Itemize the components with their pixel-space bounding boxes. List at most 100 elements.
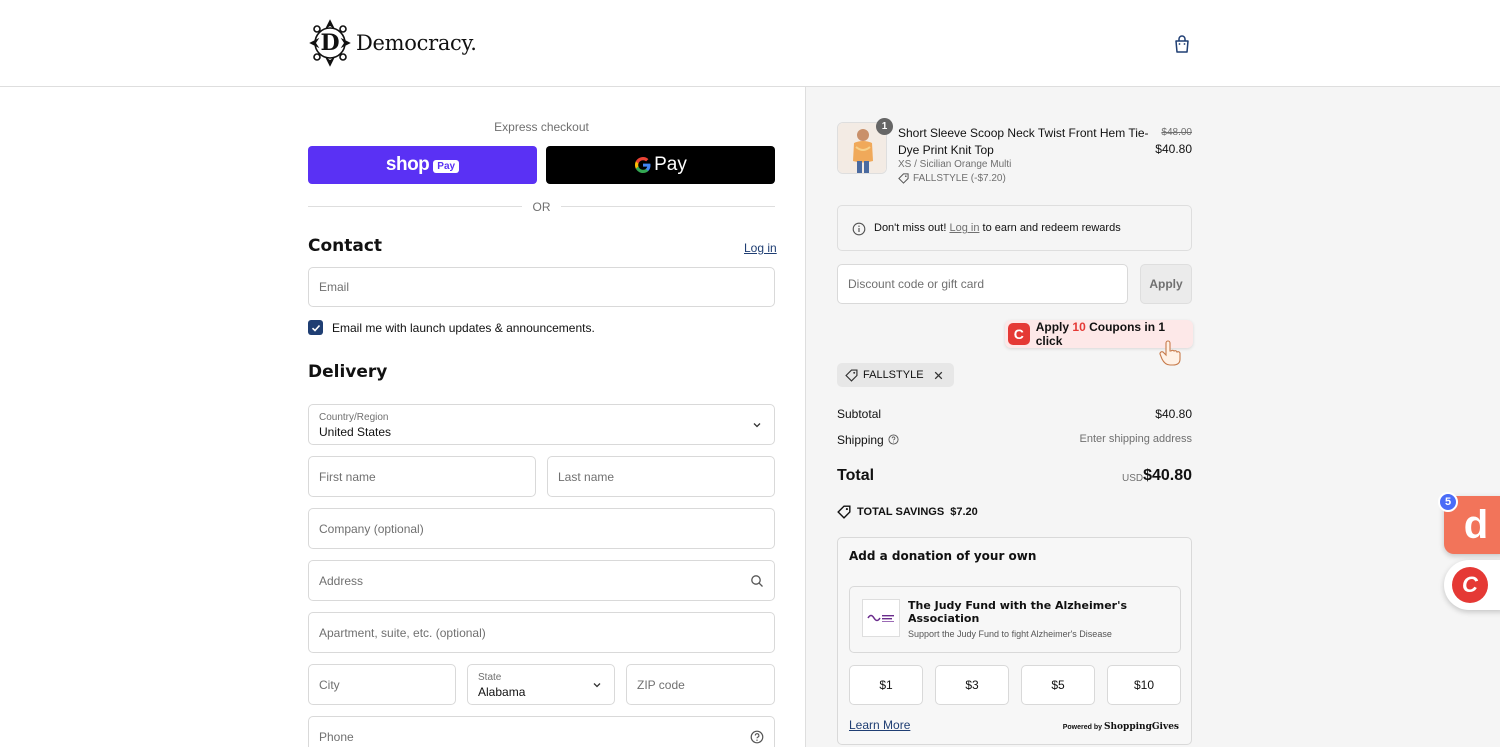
country-value: United States xyxy=(319,425,392,439)
zip-placeholder: ZIP code xyxy=(637,677,685,692)
state-select[interactable]: State Alabama xyxy=(467,664,615,705)
city-placeholder: City xyxy=(319,677,340,692)
delivery-heading: Delivery xyxy=(308,362,388,382)
shop-pay-word: shop xyxy=(385,154,430,175)
hand-pointer-icon xyxy=(1159,340,1181,366)
chevron-down-icon xyxy=(593,682,601,687)
rewards-banner: Don't miss out! Log in to earn and redee… xyxy=(837,205,1192,251)
address-placeholder: Address xyxy=(319,573,364,588)
svg-text:D: D xyxy=(320,30,339,56)
total-currency: USD xyxy=(1122,473,1144,484)
city-field[interactable]: City xyxy=(308,664,456,705)
phone-field[interactable]: Phone xyxy=(308,716,775,747)
site-header: D Democracy. xyxy=(0,0,1500,87)
rewards-prefix: Don't miss out! xyxy=(874,222,947,234)
google-g-icon xyxy=(635,157,651,173)
alzheimers-association-logo xyxy=(862,599,900,637)
extension-d-letter: d xyxy=(1463,502,1489,547)
or-label: OR xyxy=(532,200,551,214)
product-name: Short Sleeve Scoop Neck Twist Front Hem … xyxy=(898,126,1149,157)
product-price-original: $48.00 xyxy=(1161,127,1192,138)
coupon-extension-logo: C xyxy=(1008,323,1030,345)
extension-notification-badge: 5 xyxy=(1438,492,1458,512)
total-value: $40.80 xyxy=(1143,467,1192,484)
shipping-value: Enter shipping address xyxy=(1079,433,1192,445)
discount-placeholder: Discount code or gift card xyxy=(848,277,985,291)
charity-card: The Judy Fund with the Alzheimer's Assoc… xyxy=(849,586,1181,653)
donate-amount-button[interactable]: $10 xyxy=(1107,665,1181,705)
applied-discount-code: FALLSTYLE xyxy=(863,369,924,381)
shopping-bag-icon[interactable] xyxy=(1172,34,1192,54)
search-icon xyxy=(751,574,763,587)
apply-discount-button[interactable]: Apply xyxy=(1140,264,1192,304)
charity-description: Support the Judy Fund to fight Alzheimer… xyxy=(908,629,1112,639)
checkmark-icon xyxy=(311,324,320,332)
powered-by: Powered by ShoppingGives xyxy=(1062,722,1179,732)
apartment-field[interactable]: Apartment, suite, etc. (optional) xyxy=(308,612,775,653)
shop-pay-button[interactable]: shop Pay xyxy=(308,146,537,184)
country-select[interactable]: Country/Region United States xyxy=(308,404,775,445)
phone-placeholder: Phone xyxy=(319,729,354,744)
product-price: $40.80 xyxy=(1155,142,1192,156)
donate-amount-button[interactable]: $5 xyxy=(1021,665,1095,705)
google-pay-word: Pay xyxy=(654,154,687,175)
savings-label: TOTAL SAVINGS xyxy=(857,506,945,518)
first-name-field[interactable]: First name xyxy=(308,456,536,497)
shop-pay-pill: Pay xyxy=(433,159,460,173)
login-link[interactable]: Log in xyxy=(744,241,777,255)
address-field[interactable]: Address xyxy=(308,560,775,601)
chevron-down-icon xyxy=(753,422,761,427)
coupon-extension-icon: C xyxy=(1452,567,1488,603)
shipping-label-row: Shipping xyxy=(837,433,899,447)
last-name-placeholder: Last name xyxy=(558,469,615,484)
first-name-placeholder: First name xyxy=(319,469,376,484)
help-circle-icon[interactable] xyxy=(750,730,764,744)
or-divider: OR xyxy=(308,200,775,214)
donation-title: Add a donation of your own xyxy=(849,549,1037,563)
info-icon xyxy=(852,222,866,236)
rewards-login-link[interactable]: Log in xyxy=(949,222,979,234)
applied-discount-tag: FALLSTYLE xyxy=(837,363,954,387)
newsletter-checkbox[interactable] xyxy=(308,320,323,335)
brand-name: Democracy. xyxy=(356,31,477,55)
savings-value: $7.20 xyxy=(950,506,978,518)
last-name-field[interactable]: Last name xyxy=(547,456,775,497)
democracy-logo-icon: D xyxy=(309,19,351,67)
donate-amount-button[interactable]: $1 xyxy=(849,665,923,705)
rewards-suffix: to earn and redeem rewards xyxy=(982,222,1121,234)
google-pay-button[interactable]: Pay xyxy=(546,146,775,184)
donation-widget: Add a donation of your own The Judy Fund… xyxy=(837,537,1192,745)
email-field[interactable]: Email xyxy=(308,267,775,307)
total-label: Total xyxy=(837,467,875,484)
brand-logo[interactable]: D Democracy. xyxy=(308,17,477,69)
quantity-badge: 1 xyxy=(876,118,893,135)
subtotal-value: $40.80 xyxy=(1155,407,1192,421)
charity-logo-graphic xyxy=(867,614,894,622)
product-discount-text: FALLSTYLE (-$7.20) xyxy=(913,173,1006,184)
close-icon[interactable] xyxy=(933,370,944,381)
state-label: State xyxy=(478,672,502,683)
company-field[interactable]: Company (optional) xyxy=(308,508,775,549)
zip-field[interactable]: ZIP code xyxy=(626,664,775,705)
company-placeholder: Company (optional) xyxy=(319,521,424,536)
product-discount: FALLSTYLE (-$7.20) xyxy=(898,173,1006,184)
newsletter-label: Email me with launch updates & announcem… xyxy=(332,320,595,335)
help-circle-icon[interactable] xyxy=(888,434,899,445)
donate-amount-button[interactable]: $3 xyxy=(935,665,1009,705)
coupon-extension-widget[interactable]: C xyxy=(1444,560,1500,610)
learn-more-link[interactable]: Learn More xyxy=(849,718,910,732)
total-savings: TOTAL SAVINGS $7.20 xyxy=(837,505,978,519)
product-variant: XS / Sicilian Orange Multi xyxy=(898,159,1012,170)
discount-code-input[interactable]: Discount code or gift card xyxy=(837,264,1128,304)
charity-name: The Judy Fund with the Alzheimer's Assoc… xyxy=(908,599,1127,625)
tag-icon xyxy=(898,173,909,184)
subtotal-label: Subtotal xyxy=(837,407,882,421)
contact-heading: Contact xyxy=(308,236,383,256)
state-value: Alabama xyxy=(478,685,526,699)
newsletter-checkbox-row[interactable]: Email me with launch updates & announcem… xyxy=(308,320,595,335)
tag-icon xyxy=(837,505,851,519)
email-placeholder: Email xyxy=(319,280,350,294)
country-label: Country/Region xyxy=(319,412,389,423)
apartment-placeholder: Apartment, suite, etc. (optional) xyxy=(319,625,486,640)
express-checkout-label: Express checkout xyxy=(494,120,589,134)
